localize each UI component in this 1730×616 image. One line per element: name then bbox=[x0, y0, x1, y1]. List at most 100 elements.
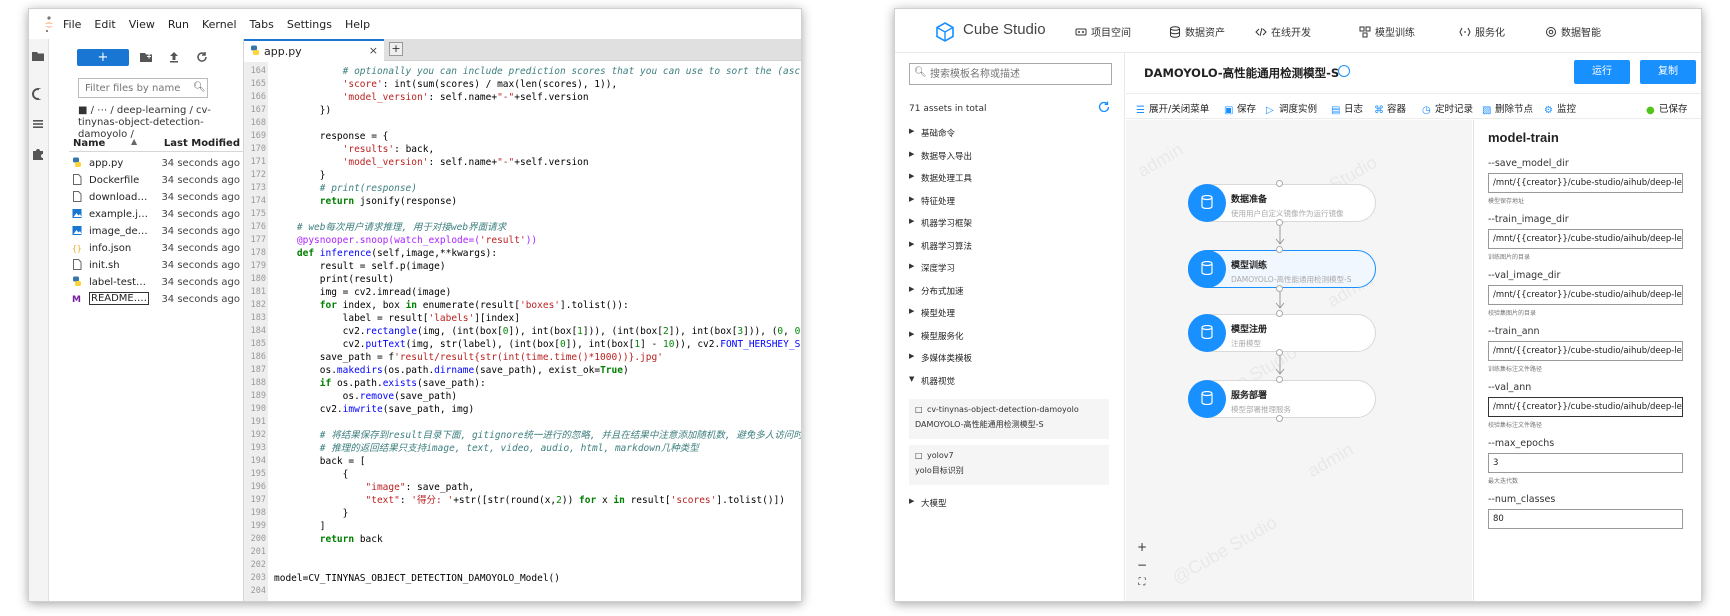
param-input[interactable]: /mnt/{{creator}}/cube-studio/aihub/deep-… bbox=[1488, 173, 1683, 193]
brand-name[interactable]: Cube Studio bbox=[963, 21, 1046, 38]
code-line: 202 bbox=[244, 559, 801, 572]
param-input[interactable]: /mnt/{{creator}}/cube-studio/aihub/deep-… bbox=[1488, 229, 1683, 249]
menu-run[interactable]: Run bbox=[168, 18, 189, 31]
pipeline-canvas[interactable]: @Cube Studioadmin@Cube Studioadmin@Cube … bbox=[1126, 120, 1472, 601]
nav-service[interactable]: 服务化 bbox=[1459, 24, 1505, 39]
category-item[interactable]: ▶ 多媒体类模板 bbox=[909, 348, 1119, 371]
nav-project[interactable]: 项目空间 bbox=[1075, 24, 1131, 39]
toolbar-menu-toggle[interactable]: ☰ 展开/关闭菜单 bbox=[1136, 101, 1209, 116]
nav-ai[interactable]: 数据智能 bbox=[1545, 24, 1601, 39]
category-item[interactable]: ▶ 机器学习框架 bbox=[909, 213, 1119, 236]
output-port[interactable] bbox=[1276, 219, 1283, 226]
settings-icon[interactable] bbox=[1338, 65, 1350, 77]
category-item[interactable]: ▶ 模型处理 bbox=[909, 303, 1119, 326]
menu-help[interactable]: Help bbox=[345, 18, 370, 31]
param-input[interactable]: /mnt/{{creator}}/cube-studio/aihub/deep-… bbox=[1488, 397, 1683, 417]
category-item[interactable]: ▶ 数据导入导出 bbox=[909, 146, 1119, 169]
copy-button[interactable]: 复制 bbox=[1640, 60, 1696, 84]
refresh-icon[interactable] bbox=[195, 50, 209, 64]
category-item[interactable]: ▶ 机器学习算法 bbox=[909, 236, 1119, 259]
category-item[interactable]: ▶ 大模型 bbox=[909, 493, 1119, 516]
extension-icon[interactable] bbox=[31, 147, 45, 161]
input-port[interactable] bbox=[1276, 180, 1283, 187]
param-input[interactable]: /mnt/{{creator}}/cube-studio/aihub/deep-… bbox=[1488, 341, 1683, 361]
toolbar-timer[interactable]: ◷ 定时记录 bbox=[1422, 101, 1473, 116]
close-icon[interactable]: × bbox=[369, 44, 378, 57]
output-port[interactable] bbox=[1276, 415, 1283, 422]
template-card[interactable]: □ cv-tinynas-object-detection-damoyolo DAM… bbox=[909, 399, 1109, 439]
menu-view[interactable]: View bbox=[129, 18, 155, 31]
run-button[interactable]: 运行 bbox=[1574, 60, 1630, 84]
file-row[interactable]: download_... 34 seconds ago bbox=[69, 189, 244, 206]
category-item[interactable]: ▶ 数据处理工具 bbox=[909, 168, 1119, 191]
line-number: 175 bbox=[250, 209, 266, 219]
param-input[interactable]: /mnt/{{creator}}/cube-studio/aihub/deep-… bbox=[1488, 285, 1683, 305]
add-tab-button[interactable]: + bbox=[389, 42, 403, 56]
menu-tabs[interactable]: Tabs bbox=[250, 18, 274, 31]
pipeline-title[interactable]: DAMOYOLO-高性能通用检测模型-S bbox=[1144, 65, 1339, 81]
input-port[interactable] bbox=[1276, 310, 1283, 317]
nav-code[interactable]: 在线开发 bbox=[1255, 24, 1311, 39]
toolbar-save[interactable]: ▣ 保存 bbox=[1224, 101, 1256, 116]
line-text: @pysnooper.snoop(watch_explode=('result'… bbox=[296, 235, 538, 246]
column-last-modified[interactable]: Last Modified bbox=[164, 138, 240, 149]
new-launcher-button[interactable]: + bbox=[77, 49, 129, 66]
pipeline-node[interactable]: 模型训练 DAMOYOLO-高性能通用检测模型-S bbox=[1188, 250, 1376, 288]
new-folder-icon[interactable] bbox=[139, 50, 153, 64]
toolbar-schedule[interactable]: ▷ 调度实例 bbox=[1266, 101, 1317, 116]
fit-view-button[interactable]: ⛶ bbox=[1135, 576, 1149, 590]
file-row[interactable]: label-test.py 34 seconds ago bbox=[69, 274, 244, 291]
input-port[interactable] bbox=[1276, 376, 1283, 383]
category-item[interactable]: ▶ 深度学习 bbox=[909, 258, 1119, 281]
toolbar-delete[interactable]: ▧ 删除节点 bbox=[1482, 101, 1533, 116]
nav-train[interactable]: 模型训练 bbox=[1359, 24, 1415, 39]
caret-right-icon: ▶ bbox=[909, 194, 915, 203]
template-card[interactable]: □ yolov7 yolo目标识别 bbox=[909, 445, 1109, 485]
pipeline-node[interactable]: 模型注册 注册模型 bbox=[1188, 314, 1376, 352]
category-item[interactable]: ▶ 分布式加速 bbox=[909, 281, 1119, 304]
file-row[interactable]: Dockerfile 34 seconds ago bbox=[69, 172, 244, 189]
param-input[interactable]: 3 bbox=[1488, 453, 1683, 473]
toolbar-log[interactable]: ▤ 日志 bbox=[1331, 101, 1363, 116]
menu-kernel[interactable]: Kernel bbox=[202, 18, 237, 31]
train-icon bbox=[1359, 26, 1375, 39]
tab-app-py[interactable]: app.py × bbox=[244, 39, 384, 61]
refresh-icon[interactable] bbox=[1097, 100, 1111, 114]
line-number: 168 bbox=[250, 118, 266, 128]
nav-database[interactable]: 数据资产 bbox=[1169, 24, 1225, 39]
column-name[interactable]: Name bbox=[73, 138, 105, 149]
folder-icon[interactable] bbox=[31, 49, 45, 63]
upload-icon[interactable] bbox=[167, 50, 181, 64]
menu-file[interactable]: File bbox=[63, 18, 81, 31]
commands-icon[interactable] bbox=[31, 117, 45, 131]
input-port[interactable] bbox=[1276, 246, 1283, 253]
code-area[interactable]: 164 # optionally you can include predict… bbox=[244, 62, 801, 601]
category-item[interactable]: ▶ 模型服务化 bbox=[909, 326, 1119, 349]
toolbar-monitor[interactable]: ⚙ 监控 bbox=[1544, 101, 1576, 116]
file-row[interactable]: app.py 34 seconds ago bbox=[69, 155, 244, 172]
pipeline-node[interactable]: 服务部署 模型部署推理服务 bbox=[1188, 380, 1376, 418]
breadcrumb-path[interactable]: / ⋯ / deep-learning / cv-tinynas-object-… bbox=[78, 105, 211, 140]
running-icon[interactable] bbox=[31, 87, 45, 101]
file-filter-input[interactable] bbox=[78, 78, 208, 98]
category-item[interactable]: ▶ 特征处理 bbox=[909, 191, 1119, 214]
file-row[interactable]: example.jpg 34 seconds ago bbox=[69, 206, 244, 223]
zoom-out-button[interactable]: − bbox=[1135, 558, 1149, 572]
param-input[interactable]: 80 bbox=[1488, 509, 1683, 529]
file-row[interactable]: M README.md 34 seconds ago bbox=[69, 291, 244, 308]
template-search-input[interactable] bbox=[909, 63, 1112, 85]
code-line: 196 "image": save_path, bbox=[244, 481, 801, 494]
output-port[interactable] bbox=[1276, 285, 1283, 292]
toolbar-container[interactable]: ⌘ 容器 bbox=[1374, 101, 1406, 116]
category-item-open[interactable]: ▼ 机器视觉 bbox=[909, 371, 1119, 394]
menu-edit[interactable]: Edit bbox=[94, 18, 115, 31]
database-icon bbox=[1169, 26, 1185, 39]
file-row[interactable]: {} info.json 34 seconds ago bbox=[69, 240, 244, 257]
file-row[interactable]: init.sh 34 seconds ago bbox=[69, 257, 244, 274]
zoom-in-button[interactable]: + bbox=[1135, 540, 1149, 554]
category-item[interactable]: ▶ 基础命令 bbox=[909, 123, 1119, 146]
file-row[interactable]: image_det... 34 seconds ago bbox=[69, 223, 244, 240]
output-port[interactable] bbox=[1276, 349, 1283, 356]
menu-settings[interactable]: Settings bbox=[287, 18, 332, 31]
pipeline-node[interactable]: 数据准备 使用用户自定义镜像作为运行镜像 bbox=[1188, 184, 1376, 222]
